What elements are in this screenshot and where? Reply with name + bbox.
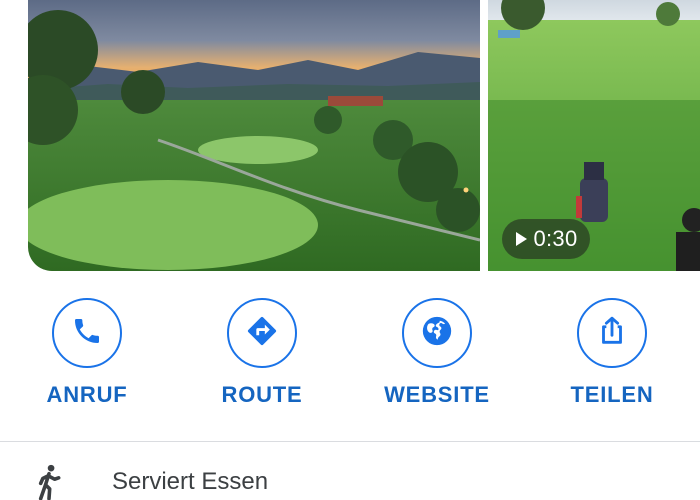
share-button-label: TEILEN	[570, 382, 654, 407]
call-button-label: ANRUF	[46, 382, 128, 407]
globe-icon	[420, 314, 454, 353]
amenity-row[interactable]: Serviert Essen	[0, 442, 700, 500]
share-button[interactable]: TEILEN	[542, 298, 682, 408]
share-icon	[595, 314, 629, 353]
call-button-circle[interactable]	[52, 298, 122, 368]
walking-person-icon	[32, 464, 66, 500]
golf-course-photo[interactable]	[28, 0, 480, 271]
route-button-circle[interactable]	[227, 298, 297, 368]
website-button-label: WEBSITE	[384, 382, 490, 407]
phone-icon	[71, 315, 103, 352]
website-button[interactable]: WEBSITE	[367, 298, 507, 408]
photo-carousel[interactable]: 0:30	[0, 0, 700, 271]
video-duration: 0:30	[533, 226, 578, 251]
place-details-screen: 0:30 ANRUF ROUTE WEBSITE TEILEN Serviert…	[0, 0, 700, 500]
directions-icon	[245, 314, 279, 353]
website-button-circle[interactable]	[402, 298, 472, 368]
play-icon	[516, 232, 528, 246]
video-duration-badge: 0:30	[502, 219, 590, 259]
call-button[interactable]: ANRUF	[17, 298, 157, 408]
route-button-label: ROUTE	[221, 382, 303, 407]
amenity-text: Serviert Essen	[112, 468, 269, 495]
action-buttons-row: ANRUF ROUTE WEBSITE TEILEN	[0, 298, 700, 418]
route-button[interactable]: ROUTE	[192, 298, 332, 408]
share-button-circle[interactable]	[577, 298, 647, 368]
